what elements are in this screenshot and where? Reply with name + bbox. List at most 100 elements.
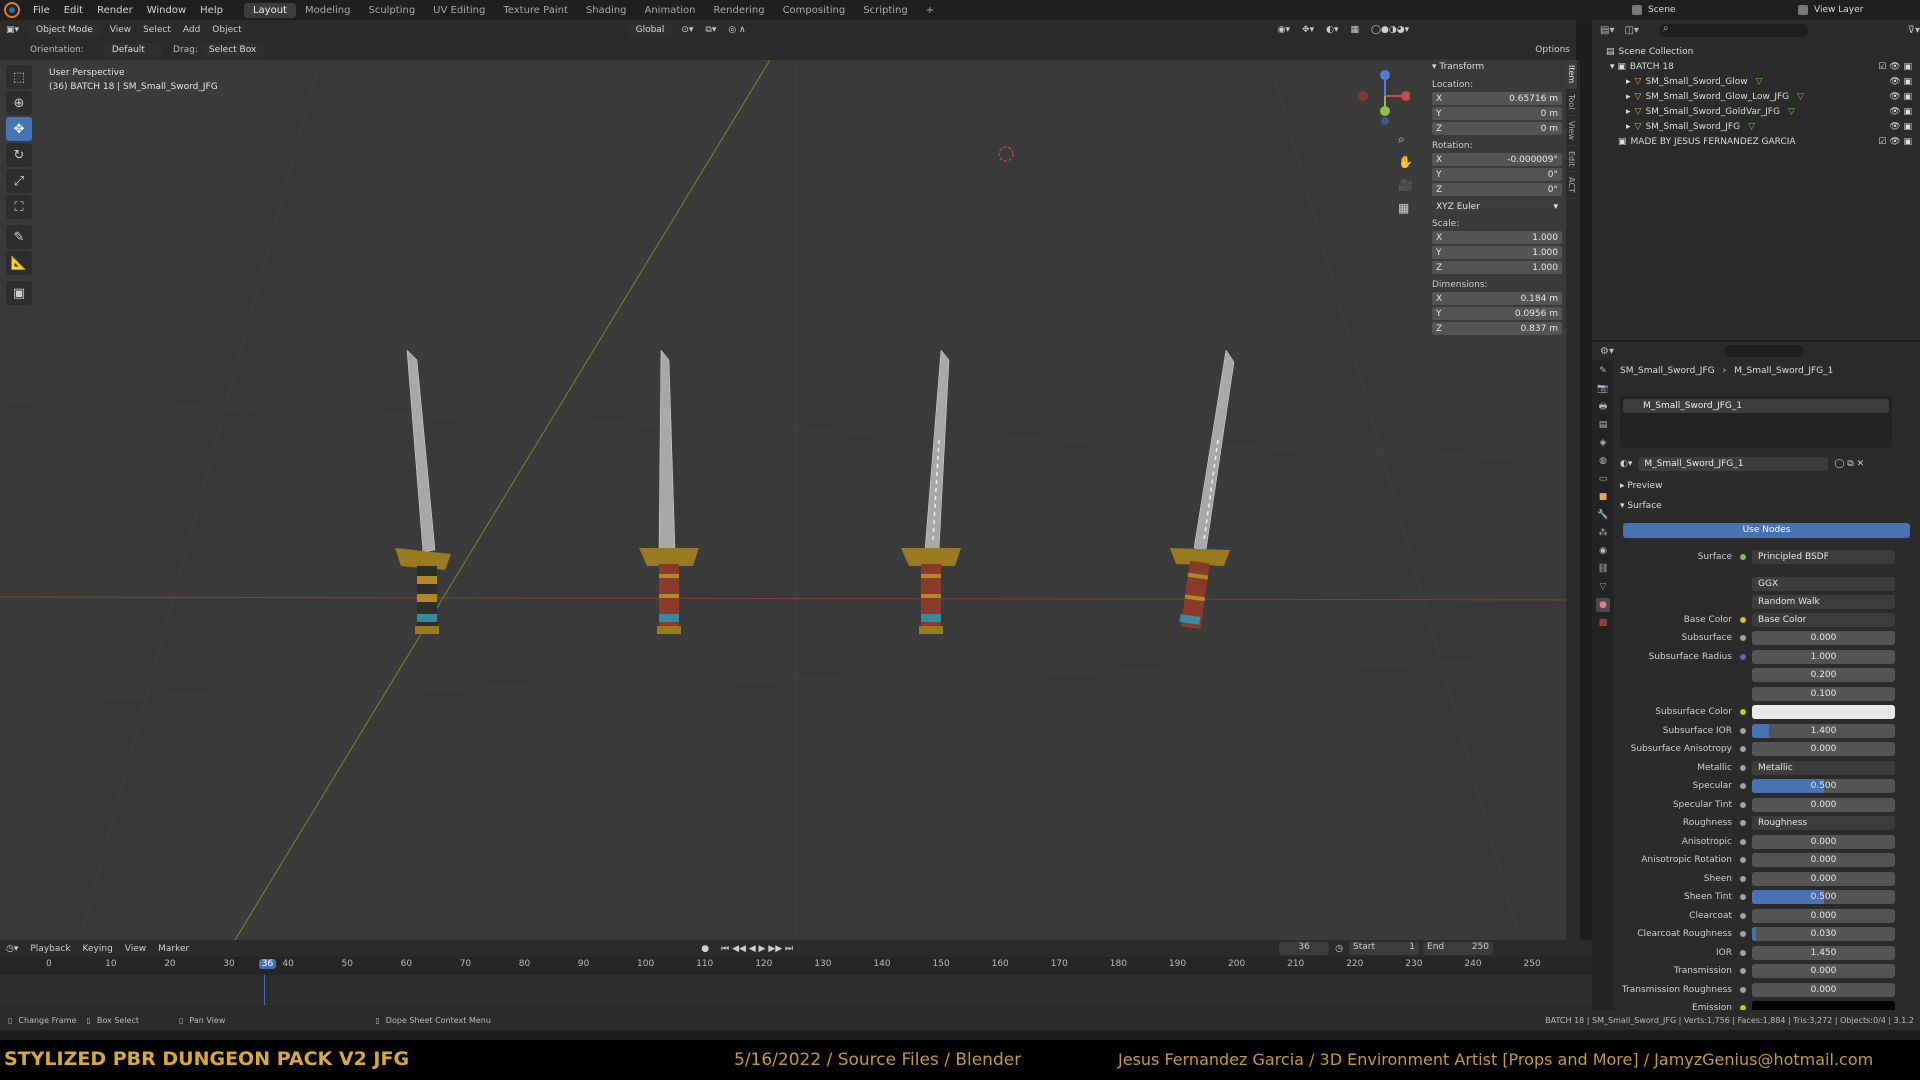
tab-edit[interactable]: Edit — [1566, 146, 1577, 173]
rotate-tool-icon[interactable]: ↻ — [6, 143, 32, 167]
bsdf-number-field[interactable]: 0.000 — [1752, 982, 1895, 997]
breadcrumb-material[interactable]: M_Small_Sword_JFG_1 — [1734, 366, 1833, 376]
socket-dot[interactable] — [1740, 820, 1746, 826]
tab-item[interactable]: Item — [1566, 60, 1577, 90]
tab-modeling[interactable]: Modeling — [296, 3, 360, 18]
outliner-scene-collection[interactable]: ▤ Scene Collection — [1592, 44, 1920, 59]
menu-timeline-view[interactable]: View — [119, 942, 152, 956]
tab-compositing[interactable]: Compositing — [774, 3, 855, 18]
modifier-tab-icon[interactable]: 🔧 — [1596, 508, 1610, 522]
add-workspace-button[interactable]: + — [917, 3, 943, 18]
current-frame-field[interactable]: 36 — [1279, 942, 1330, 955]
bsdf-number-field[interactable]: 0.200 — [1752, 668, 1895, 682]
socket-dot[interactable] — [1740, 801, 1746, 808]
shading-modes-icon[interactable]: ◯●◑◕▾ — [1365, 23, 1415, 37]
particles-tab-icon[interactable]: ⁂ — [1596, 526, 1610, 540]
sword-glow-low[interactable] — [635, 350, 715, 650]
material-browse-icon[interactable]: ◐▾ — [1620, 459, 1632, 469]
menu-playback[interactable]: Playback — [24, 942, 76, 956]
bsdf-color-field[interactable] — [1752, 705, 1895, 719]
socket-dot[interactable] — [1740, 894, 1746, 900]
socket-dot[interactable] — [1740, 746, 1746, 752]
tab-view[interactable]: View — [1566, 116, 1577, 146]
location-y-field[interactable]: Y0 m — [1432, 107, 1562, 120]
bsdf-linked-field[interactable]: Base Color — [1752, 612, 1895, 627]
scene-selector[interactable]: Scene — [1648, 5, 1738, 15]
outliner-item[interactable]: ▸ ▽ SM_Small_Sword_GoldVar_JFG ▽ 👁 ▣ — [1592, 104, 1920, 119]
use-nodes-button[interactable]: Use Nodes — [1623, 523, 1910, 538]
transform-tool-icon[interactable]: ⛶ — [6, 195, 32, 219]
collection-tab-icon[interactable]: ▭ — [1596, 472, 1610, 486]
outliner-collection-credit[interactable]: ▣ MADE BY JESUS FERNANDEZ GARCIA ☑ 👁 ▣ — [1592, 134, 1920, 149]
subsurface-method-dropdown[interactable]: Random Walk — [1752, 594, 1895, 609]
sword-glow[interactable] — [395, 350, 485, 650]
display-mode-icon[interactable]: ◫▾ — [1624, 25, 1638, 36]
sword-jfg[interactable] — [1160, 350, 1250, 650]
object-tab-icon[interactable]: ■ — [1596, 490, 1610, 504]
tab-animation[interactable]: Animation — [636, 3, 705, 18]
menu-help[interactable]: Help — [193, 5, 230, 16]
surface-section-header[interactable]: ▾ Surface — [1620, 501, 1910, 515]
socket-dot[interactable] — [1740, 857, 1746, 863]
gizmo-icon[interactable]: ✥▾ — [1296, 23, 1320, 37]
dimensions-x-field[interactable]: X 0.184 m — [1432, 292, 1562, 305]
timeline-editor-icon[interactable]: ◷▾ — [0, 942, 24, 956]
bsdf-number-field[interactable]: 0.000 — [1752, 964, 1895, 978]
record-button[interactable]: ● — [695, 942, 715, 956]
socket-dot[interactable] — [1740, 968, 1746, 974]
scale-y-field[interactable]: Y 1.000 — [1432, 246, 1562, 259]
outliner-item[interactable]: ▸ ▽ SM_Small_Sword_Glow_Low_JFG ▽ 👁 ▣ — [1592, 89, 1920, 104]
orientation-dropdown[interactable]: Default — [103, 43, 163, 57]
tab-texture-paint[interactable]: Texture Paint — [494, 3, 577, 18]
bsdf-number-field[interactable]: 0.000 — [1752, 742, 1895, 756]
outliner-item[interactable]: ▸ ▽ SM_Small_Sword_JFG ▽ 👁 ▣ — [1592, 119, 1920, 134]
render-tab-icon[interactable]: 📷 — [1596, 382, 1610, 396]
menu-keying[interactable]: Keying — [77, 942, 119, 956]
dimensions-y-field[interactable]: Y 0.0956 m — [1432, 307, 1562, 320]
bsdf-number-field[interactable]: 0.000 — [1752, 908, 1895, 923]
object-mode-dropdown[interactable]: Object Mode — [28, 23, 101, 37]
start-frame-field[interactable]: Start 1 — [1349, 942, 1420, 955]
playback-controls[interactable]: ⏮ ◀◀ ◀ ▶ ▶▶ ⏭ — [715, 942, 799, 956]
blender-logo-icon[interactable] — [4, 2, 20, 18]
view-layer-selector[interactable]: View Layer — [1814, 5, 1863, 15]
material-actions-icon[interactable]: ◯ ⧉ ✕ — [1834, 459, 1864, 469]
material-tab-icon[interactable]: ● — [1596, 598, 1610, 612]
socket-dot[interactable] — [1740, 931, 1746, 937]
drag-dropdown[interactable]: Select Box — [200, 43, 265, 57]
3d-viewport[interactable] — [0, 60, 1576, 940]
scale-x-field[interactable]: X 1.000 — [1432, 231, 1562, 244]
pivot-icon[interactable]: ⊙▾ — [675, 23, 699, 37]
menu-render[interactable]: Render — [90, 5, 140, 16]
constraints-tab-icon[interactable]: ⛓ — [1596, 562, 1610, 576]
camera-view-icon[interactable]: 🎥 — [1398, 174, 1414, 197]
bsdf-linked-field[interactable]: Metallic — [1752, 760, 1895, 775]
outliner-editor-icon[interactable]: ▤▾ — [1600, 25, 1614, 36]
outliner-search-input[interactable]: ⌕ — [1658, 23, 1808, 37]
socket-dot[interactable] — [1740, 709, 1746, 715]
world-tab-icon[interactable]: ◍ — [1596, 454, 1610, 468]
socket-dot[interactable] — [1740, 783, 1746, 789]
material-name-field[interactable]: M_Small_Sword_JFG_1 — [1638, 457, 1829, 471]
socket-dot[interactable] — [1740, 838, 1746, 845]
scene-tab-icon[interactable]: ◈ — [1596, 436, 1610, 450]
surface-shader-field[interactable]: Principled BSDF — [1752, 549, 1895, 564]
bsdf-number-field[interactable]: 0.500 — [1752, 779, 1895, 793]
measure-tool-icon[interactable]: 📐 — [6, 251, 32, 275]
menu-view[interactable]: View — [104, 23, 137, 37]
cursor-tool-icon[interactable]: ⊕ — [6, 91, 32, 115]
socket-dot[interactable] — [1740, 616, 1746, 623]
outliner-collection-batch18[interactable]: ▾ ▣ BATCH 18 ☑ 👁 ▣ — [1592, 59, 1920, 74]
menu-edit[interactable]: Edit — [57, 5, 90, 16]
select-box-tool-icon[interactable]: ⬚ — [6, 65, 32, 89]
transform-orientation-dropdown[interactable]: Global — [627, 23, 673, 37]
menu-file[interactable]: File — [26, 5, 57, 16]
bsdf-number-field[interactable]: 0.000 — [1752, 834, 1895, 849]
socket-dot[interactable] — [1740, 912, 1746, 919]
socket-dot[interactable] — [1740, 691, 1746, 697]
texture-tab-icon[interactable]: ▩ — [1596, 616, 1610, 630]
move-tool-icon[interactable]: ✥ — [6, 117, 32, 141]
overlay-icon[interactable]: ◐▾ — [1320, 23, 1344, 37]
tab-tool[interactable]: Tool — [1566, 89, 1577, 116]
bsdf-number-field[interactable]: 0.000 — [1752, 631, 1895, 645]
